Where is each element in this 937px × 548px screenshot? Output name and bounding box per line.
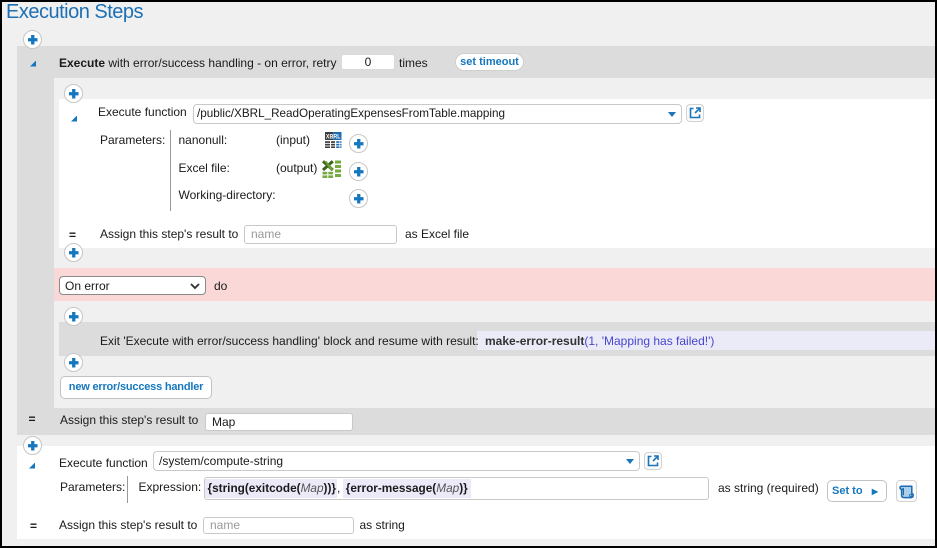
svg-text:XBRL: XBRL (326, 134, 341, 140)
